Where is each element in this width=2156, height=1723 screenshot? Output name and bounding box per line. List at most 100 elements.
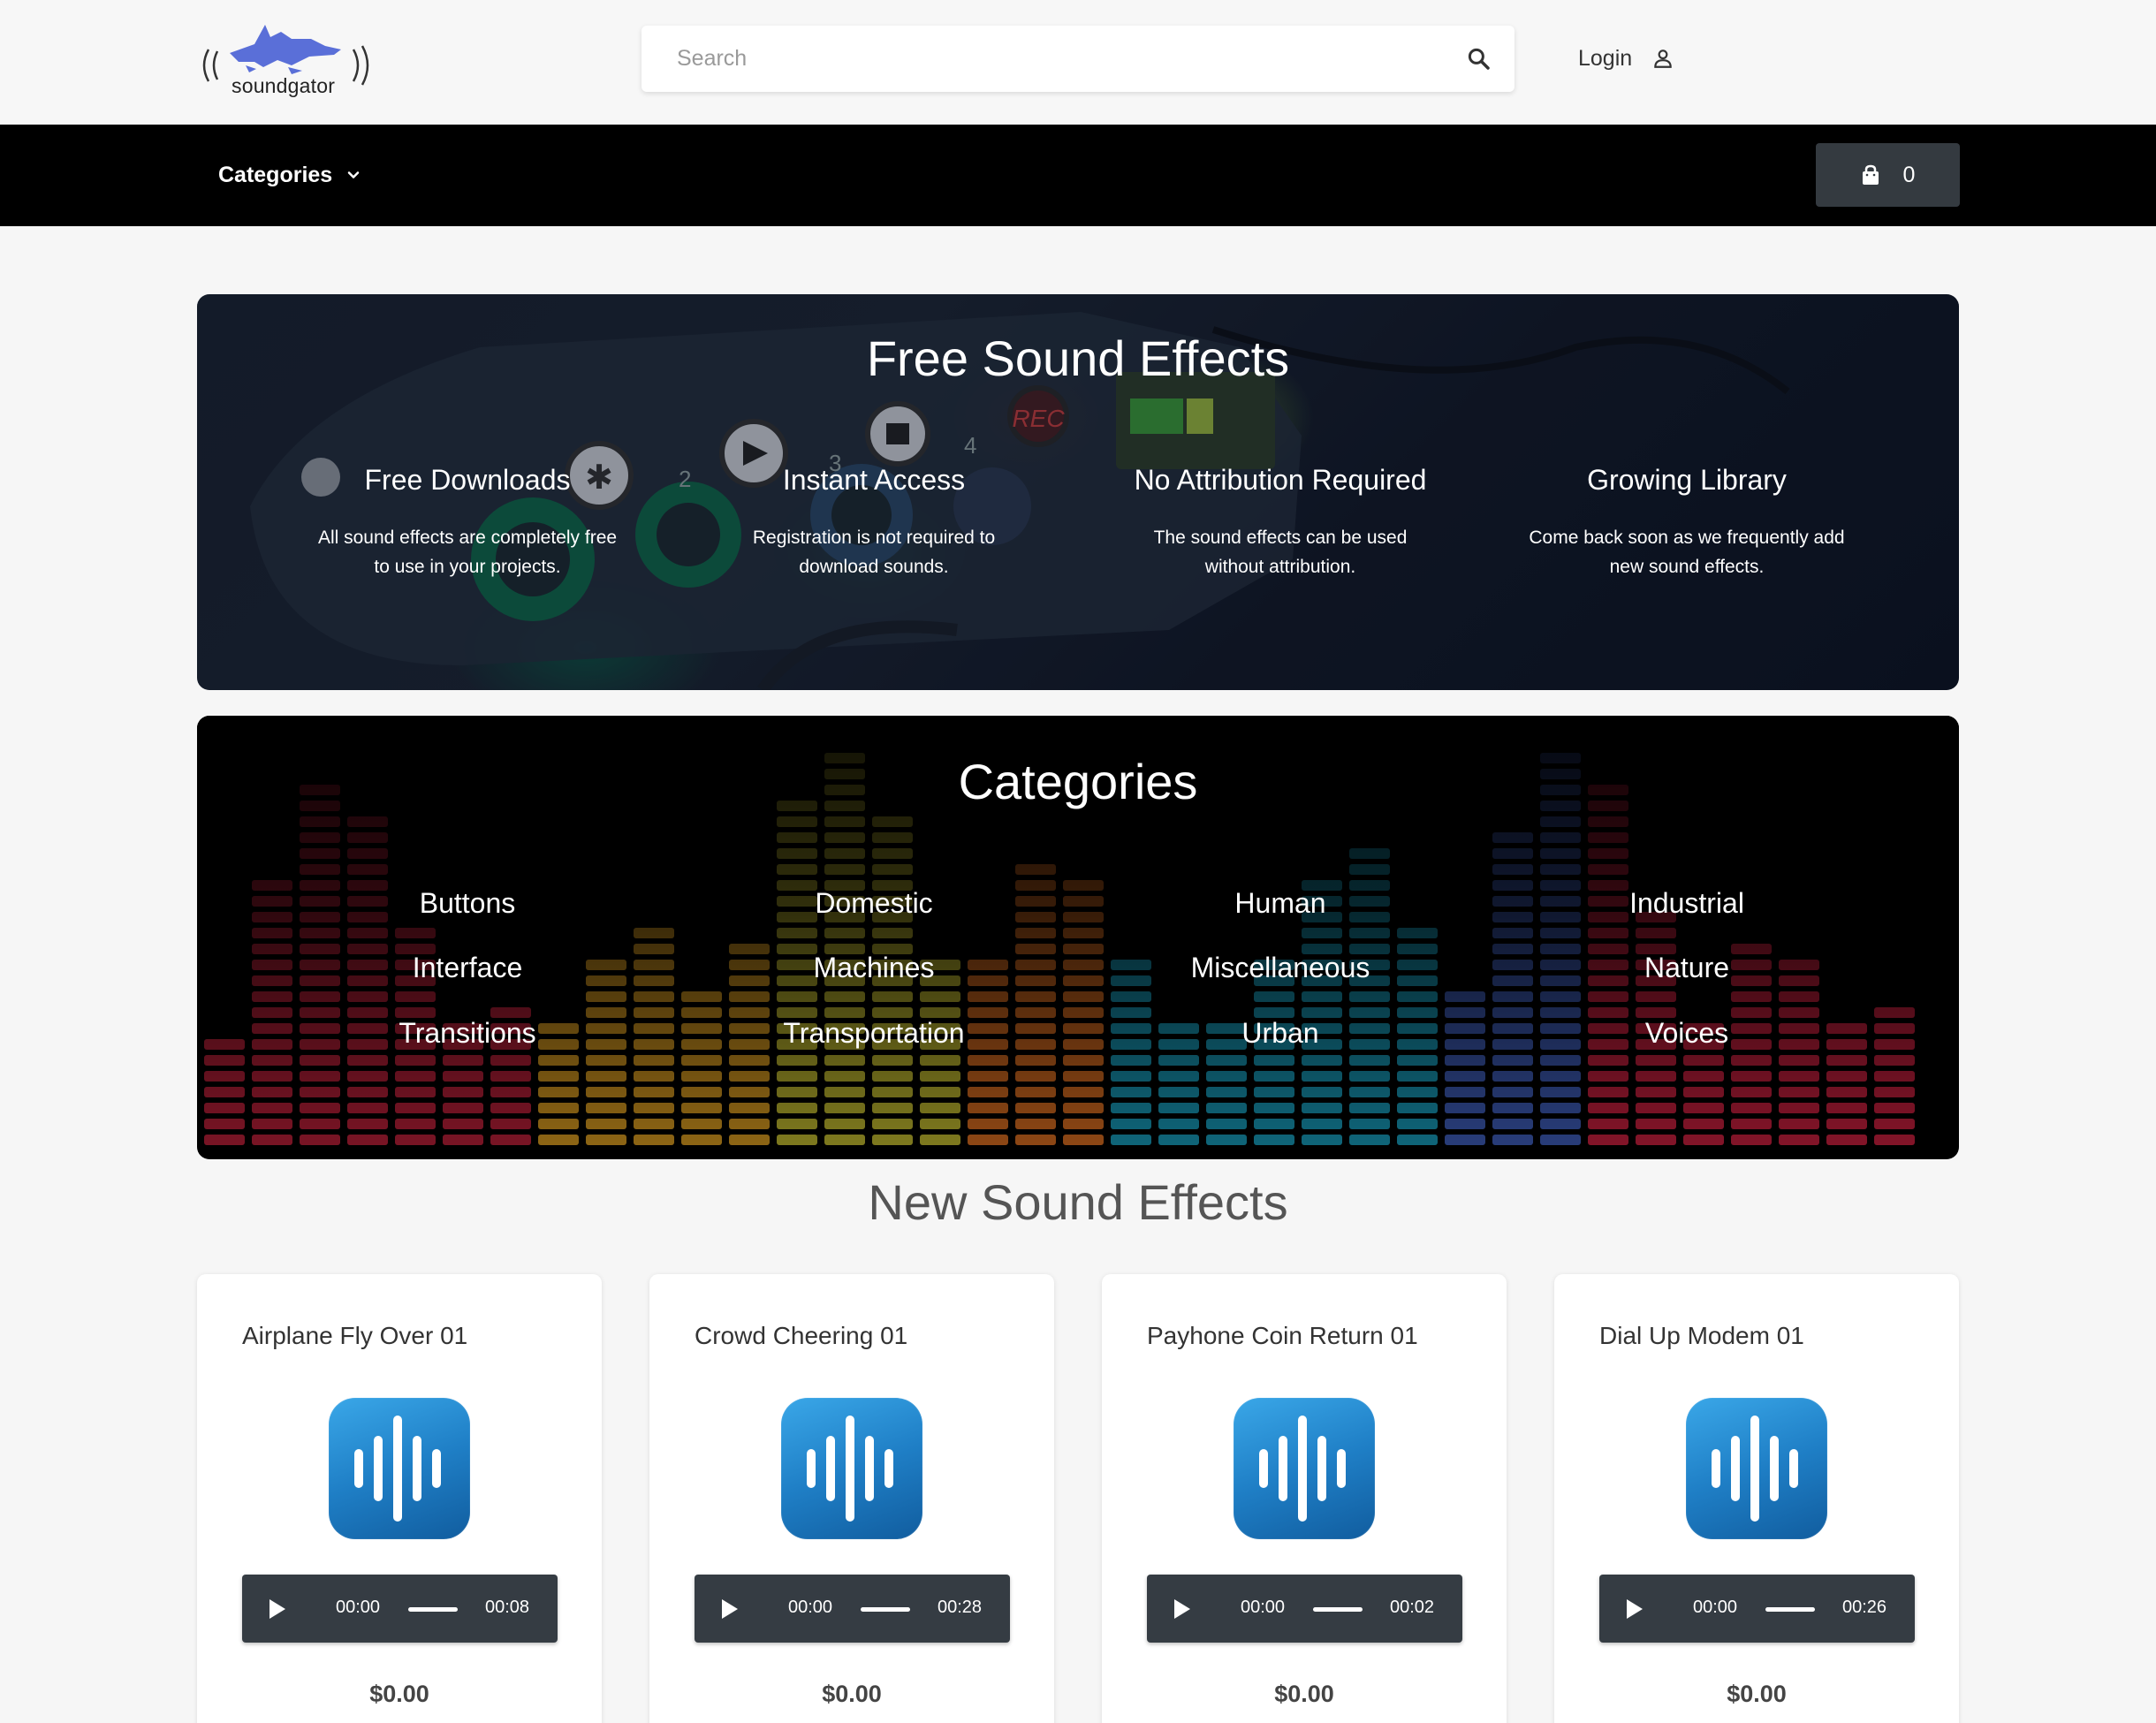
wave-bar <box>1731 1436 1740 1501</box>
hero-title: Free Sound Effects <box>866 330 1290 386</box>
progress-track[interactable] <box>1313 1607 1363 1612</box>
category-voices[interactable]: Voices <box>1510 1017 1864 1050</box>
wave-bar <box>865 1436 874 1501</box>
wave-bar <box>1298 1416 1307 1522</box>
current-time: 00:00 <box>1693 1598 1738 1617</box>
current-time: 00:00 <box>788 1598 833 1617</box>
duration: 00:26 <box>1842 1598 1887 1617</box>
progress-track[interactable] <box>1765 1607 1815 1612</box>
categories-section: Categories Buttons Domestic Human Indust… <box>197 716 1959 1159</box>
progress-track[interactable] <box>861 1607 910 1612</box>
categories-dropdown[interactable]: Categories <box>218 156 362 194</box>
feature-title: Growing Library <box>1587 464 1787 496</box>
price: $0.00 <box>1727 1681 1787 1707</box>
audio-player: 00:00 00:26 <box>1599 1575 1915 1643</box>
price: $0.00 <box>1274 1681 1334 1707</box>
logo-text: soundgator <box>232 74 336 97</box>
wave-bar <box>1337 1449 1346 1488</box>
main-navbar: Categories 0 <box>0 125 2156 226</box>
sound-card[interactable]: Airplane Fly Over 01 00:00 00:08 $0.00 <box>197 1274 602 1723</box>
category-miscellaneous[interactable]: Miscellaneous <box>1104 952 1457 984</box>
category-human[interactable]: Human <box>1104 887 1457 920</box>
sound-card[interactable]: Crowd Cheering 01 00:00 00:28 $0.00 <box>649 1274 1054 1723</box>
shopping-bag-icon <box>1862 164 1879 185</box>
sound-title[interactable]: Airplane Fly Over 01 <box>242 1322 467 1350</box>
feature-desc-line2: new sound effects. <box>1609 557 1765 577</box>
category-nature[interactable]: Nature <box>1510 952 1864 984</box>
feature-title: Instant Access <box>782 464 966 496</box>
play-icon[interactable] <box>267 1598 288 1621</box>
feature-desc-line2: to use in your projects. <box>374 557 561 577</box>
wave-bar <box>1259 1449 1268 1488</box>
wave-bar <box>807 1449 816 1488</box>
cart-button[interactable]: 0 <box>1816 143 1960 207</box>
price: $0.00 <box>369 1681 429 1707</box>
category-urban[interactable]: Urban <box>1104 1017 1457 1050</box>
sound-card[interactable]: Payhone Coin Return 01 00:00 00:02 $0.00 <box>1102 1274 1507 1723</box>
progress-track[interactable] <box>408 1607 458 1612</box>
feature-title: No Attribution Required <box>1134 464 1427 496</box>
category-machines[interactable]: Machines <box>697 952 1051 984</box>
category-domestic[interactable]: Domestic <box>697 887 1051 920</box>
audio-player: 00:00 00:08 <box>242 1575 558 1643</box>
current-time: 00:00 <box>1241 1598 1286 1617</box>
search-input[interactable] <box>641 26 1437 92</box>
cart-count: 0 <box>1902 162 1916 187</box>
feature-desc-line1: Registration is not required to <box>752 528 996 548</box>
wave-bar <box>1770 1436 1779 1501</box>
wave-bar <box>393 1416 402 1522</box>
play-icon[interactable] <box>1172 1598 1193 1621</box>
sound-title[interactable]: Crowd Cheering 01 <box>695 1322 907 1350</box>
wave-bar <box>1279 1436 1287 1501</box>
sound-title[interactable]: Dial Up Modem 01 <box>1599 1322 1804 1350</box>
duration: 00:28 <box>938 1598 983 1617</box>
wave-bar <box>826 1436 835 1501</box>
wave-bar <box>1317 1436 1326 1501</box>
sound-card[interactable]: Dial Up Modem 01 00:00 00:26 $0.00 <box>1554 1274 1959 1723</box>
wave-bar <box>846 1416 854 1522</box>
price: $0.00 <box>822 1681 882 1707</box>
hero-banner: REC ✱ 2 3 4 Free Sound Effects Free Down… <box>197 294 1959 690</box>
categories-dropdown-label: Categories <box>218 162 333 187</box>
feature-desc-line2: without attribution. <box>1204 557 1356 577</box>
category-buttons[interactable]: Buttons <box>291 887 644 920</box>
login-link[interactable]: Login <box>1578 39 1674 78</box>
play-icon[interactable] <box>719 1598 740 1621</box>
wave-bar <box>1750 1416 1759 1522</box>
new-sound-effects-title: New Sound Effects <box>868 1174 1288 1230</box>
wave-bar <box>432 1449 441 1488</box>
user-icon <box>1654 49 1672 68</box>
wave-bar <box>884 1449 893 1488</box>
login-label: Login <box>1578 45 1633 71</box>
feature-growing-library: Growing Library Come back soon as we fre… <box>1510 464 1864 581</box>
play-icon[interactable] <box>1624 1598 1645 1621</box>
search-icon[interactable] <box>1466 46 1492 72</box>
sound-wave-icon[interactable] <box>1686 1398 1827 1539</box>
category-transportation[interactable]: Transportation <box>697 1017 1051 1050</box>
sound-wave-icon[interactable] <box>1234 1398 1375 1539</box>
wave-bar <box>1789 1449 1798 1488</box>
chevron-down-icon <box>347 171 360 178</box>
wave-bar <box>374 1436 383 1501</box>
search-bar <box>641 26 1515 92</box>
wave-bar <box>1712 1449 1720 1488</box>
feature-desc-line1: All sound effects are completely free <box>317 528 618 548</box>
feature-title: Free Downloads <box>364 464 571 496</box>
categories-title: Categories <box>958 754 1198 809</box>
feature-desc-line1: Come back soon as we frequently add <box>1529 528 1845 548</box>
category-interface[interactable]: Interface <box>291 952 644 984</box>
current-time: 00:00 <box>336 1598 381 1617</box>
audio-player: 00:00 00:02 <box>1147 1575 1462 1643</box>
sound-wave-icon[interactable] <box>781 1398 922 1539</box>
wave-bar <box>354 1449 363 1488</box>
sound-wave-icon[interactable] <box>329 1398 470 1539</box>
feature-desc-line2: download sounds. <box>799 557 949 577</box>
category-industrial[interactable]: Industrial <box>1510 887 1864 920</box>
audio-player: 00:00 00:28 <box>695 1575 1010 1643</box>
sound-title[interactable]: Payhone Coin Return 01 <box>1147 1322 1418 1350</box>
wave-bar <box>413 1436 421 1501</box>
category-transitions[interactable]: Transitions <box>291 1017 644 1050</box>
site-header: soundgator Login <box>0 0 2156 125</box>
feature-no-attribution: No Attribution Required The sound effect… <box>1104 464 1457 581</box>
duration: 00:08 <box>485 1598 530 1617</box>
